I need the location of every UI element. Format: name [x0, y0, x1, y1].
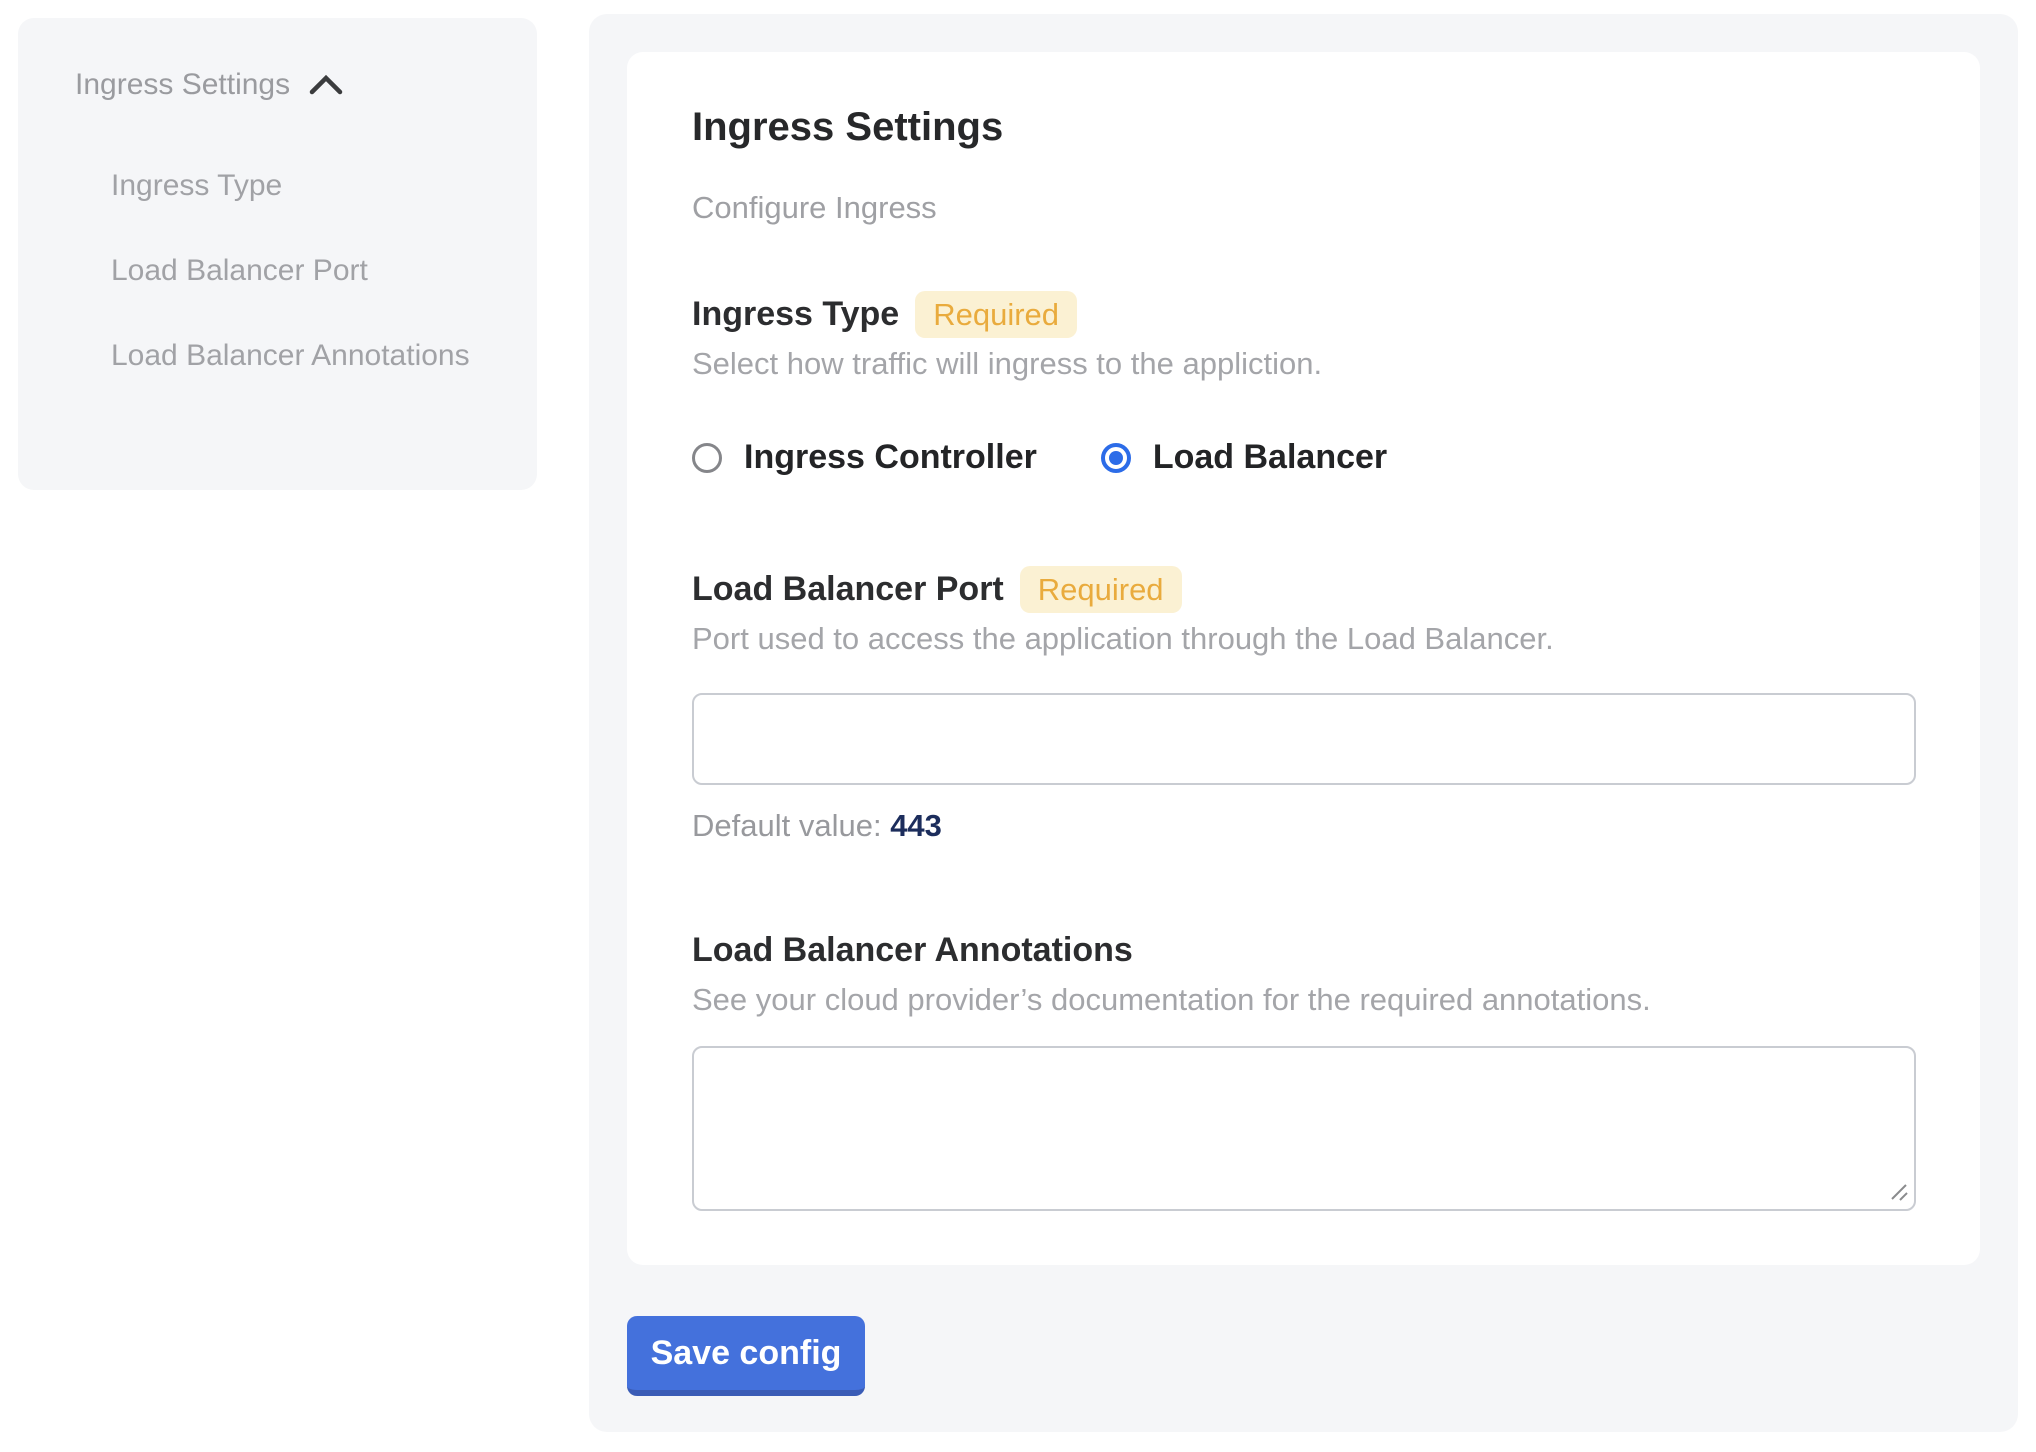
- load-balancer-annotations-textarea[interactable]: [692, 1046, 1916, 1211]
- load-balancer-port-input[interactable]: [692, 693, 1916, 785]
- load-balancer-annotations-description: See your cloud provider’s documentation …: [692, 982, 1916, 1018]
- required-badge: Required: [915, 291, 1077, 338]
- sidebar-item-list: Ingress Type Load Balancer Port Load Bal…: [57, 157, 497, 384]
- section-load-balancer-port: Load Balancer Port Required Port used to…: [692, 565, 1916, 844]
- save-config-button[interactable]: Save config: [627, 1316, 865, 1396]
- radio-label: Load Balancer: [1153, 438, 1387, 477]
- section-label-row: Ingress Type Required: [692, 290, 1916, 338]
- radio-option-ingress-controller[interactable]: Ingress Controller: [692, 438, 1037, 477]
- page-title: Ingress Settings: [692, 105, 1916, 149]
- radio-label: Ingress Controller: [744, 438, 1037, 477]
- load-balancer-port-label: Load Balancer Port: [692, 570, 1004, 609]
- section-label-row: Load Balancer Port Required: [692, 565, 1916, 613]
- page: { "sidebar": { "header": { "label": "Ing…: [0, 0, 2036, 1452]
- sidebar-group-label: Ingress Settings: [75, 65, 290, 105]
- ingress-type-options: Ingress Controller Load Balancer: [692, 438, 1916, 477]
- section-label-row: Load Balancer Annotations: [692, 926, 1916, 974]
- ingress-type-label: Ingress Type: [692, 295, 899, 334]
- sidebar-item-ingress-type[interactable]: Ingress Type: [111, 157, 491, 214]
- sidebar-group-ingress-settings[interactable]: Ingress Settings: [57, 65, 497, 105]
- radio-circle: [1101, 443, 1131, 473]
- radio-option-load-balancer[interactable]: Load Balancer: [1101, 438, 1387, 477]
- default-value-note: Default value: 443: [692, 808, 1916, 844]
- sidebar-item-load-balancer-port[interactable]: Load Balancer Port: [111, 242, 491, 299]
- load-balancer-annotations-label: Load Balancer Annotations: [692, 931, 1133, 970]
- annotations-textarea-wrap: [692, 1046, 1916, 1211]
- ingress-type-description: Select how traffic will ingress to the a…: [692, 346, 1916, 382]
- resize-handle-icon[interactable]: [1887, 1180, 1909, 1202]
- section-ingress-type: Ingress Type Required Select how traffic…: [692, 290, 1916, 477]
- main-panel: Ingress Settings Configure Ingress Ingre…: [589, 14, 2018, 1432]
- sidebar-item-load-balancer-annotations[interactable]: Load Balancer Annotations: [111, 327, 491, 384]
- ingress-settings-card: Ingress Settings Configure Ingress Ingre…: [627, 52, 1980, 1265]
- radio-dot: [1109, 451, 1123, 465]
- chevron-up-icon: [308, 72, 344, 98]
- load-balancer-port-description: Port used to access the application thro…: [692, 621, 1916, 657]
- default-value: 443: [890, 808, 942, 843]
- required-badge: Required: [1020, 566, 1182, 613]
- radio-circle: [692, 443, 722, 473]
- section-load-balancer-annotations: Load Balancer Annotations See your cloud…: [692, 926, 1916, 1211]
- page-subtitle: Configure Ingress: [692, 190, 1916, 226]
- default-value-label: Default value:: [692, 808, 882, 843]
- settings-nav-sidebar: Ingress Settings Ingress Type Load Balan…: [18, 18, 537, 490]
